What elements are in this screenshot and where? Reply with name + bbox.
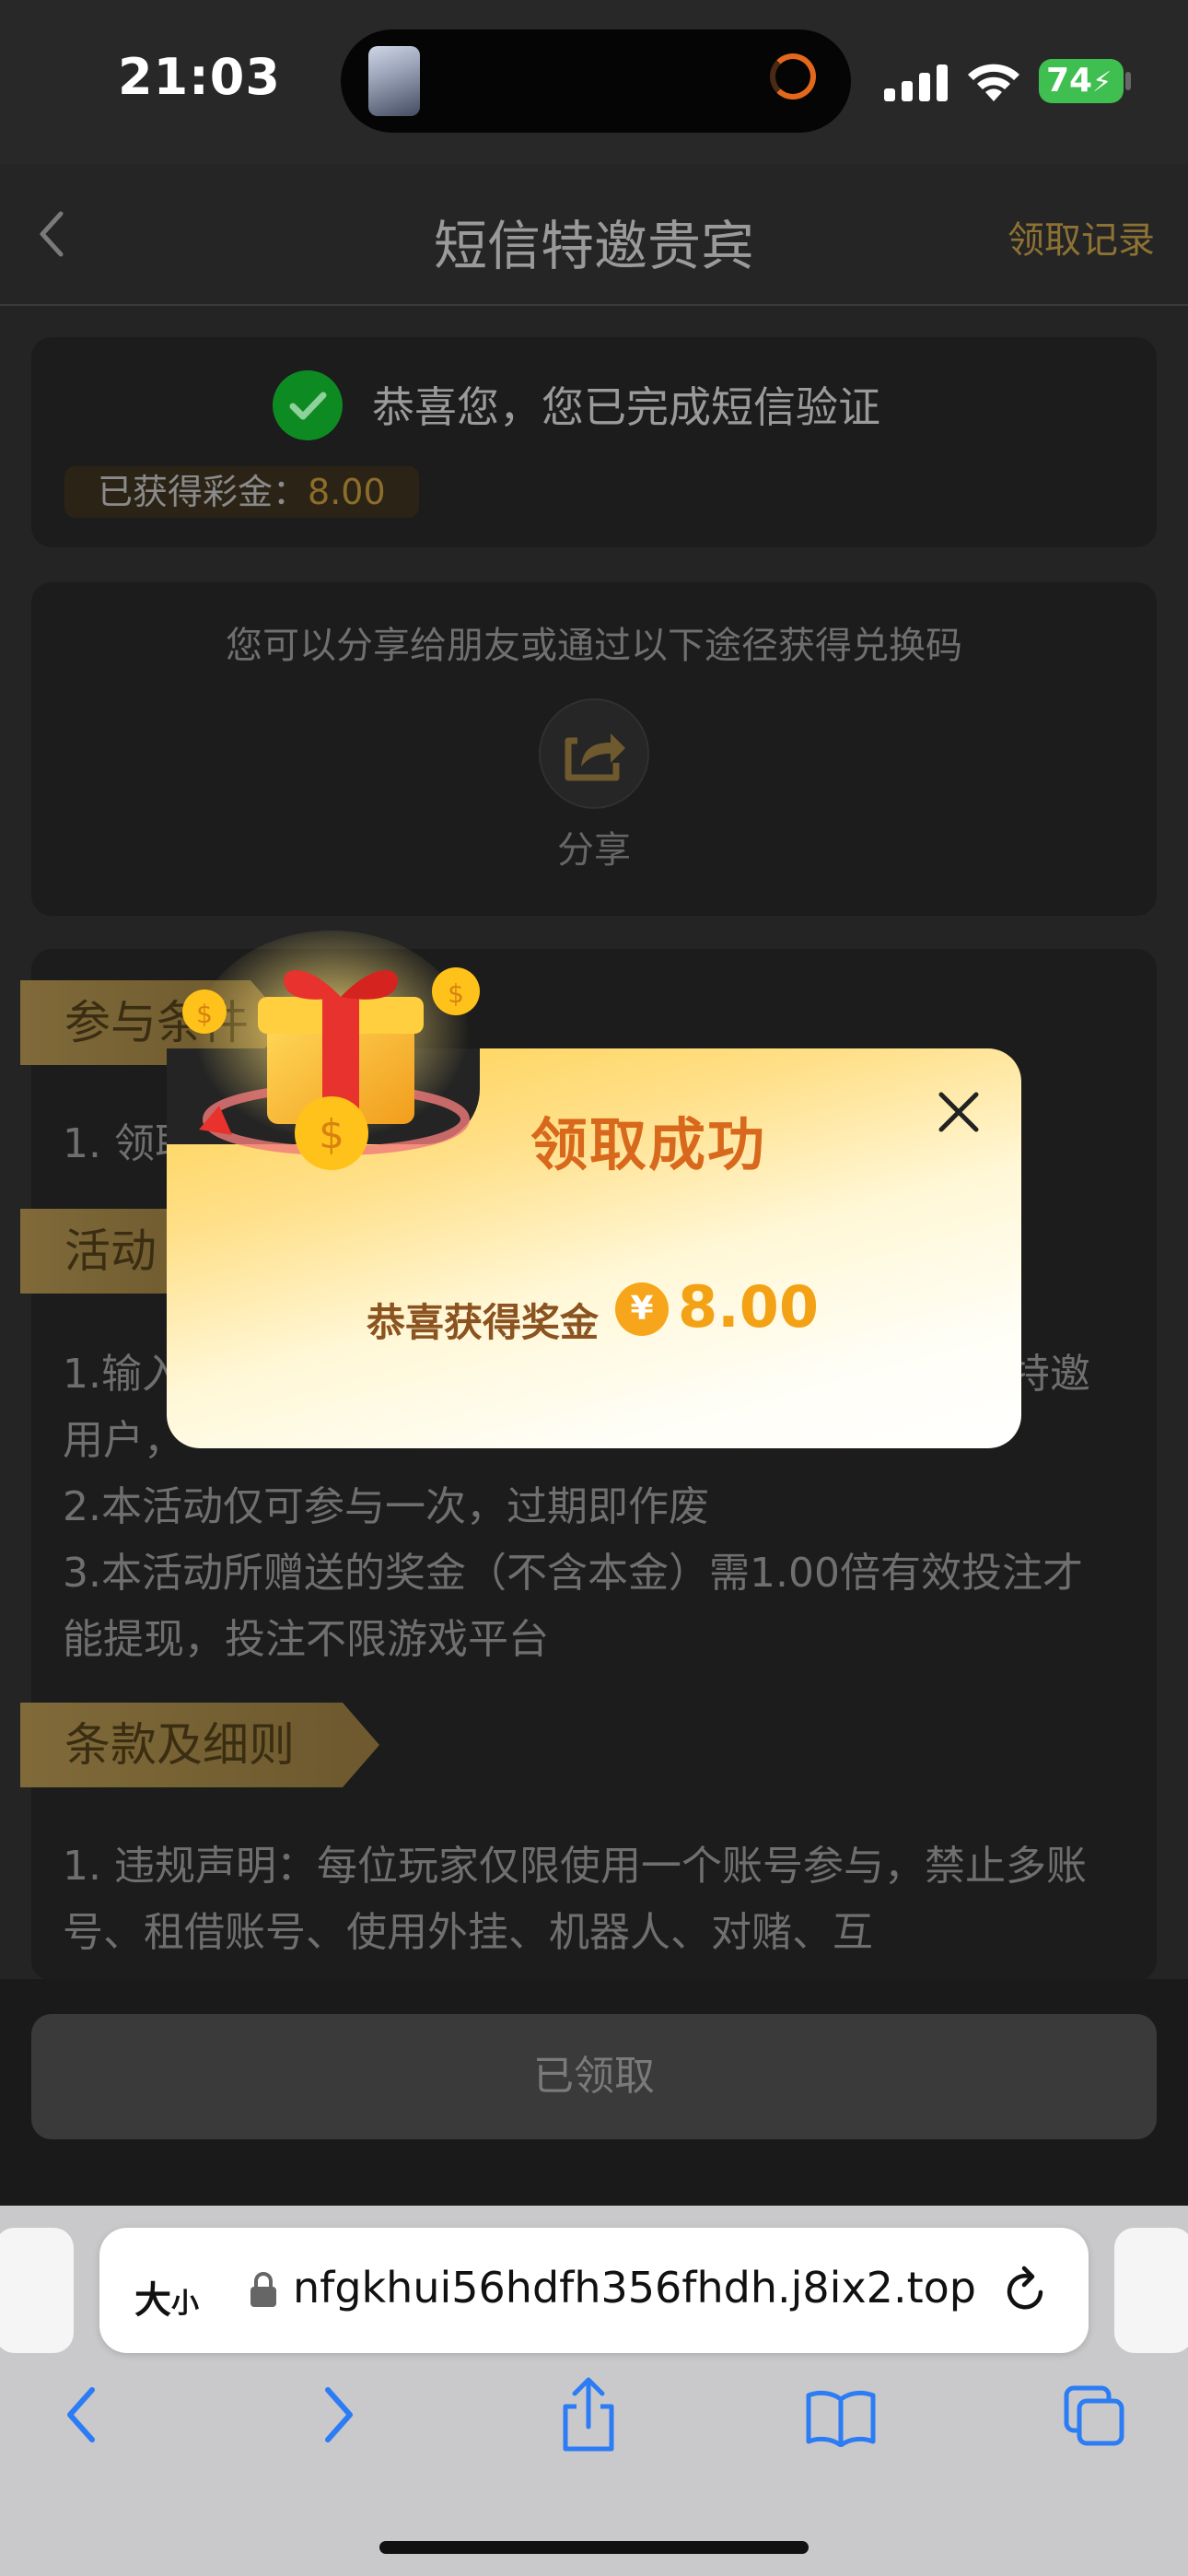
tabs-overview-icon[interactable] bbox=[1063, 2384, 1127, 2449]
browser-back-icon[interactable] bbox=[61, 2383, 101, 2447]
svg-text:$: $ bbox=[319, 1111, 344, 1158]
bookmarks-icon[interactable] bbox=[805, 2388, 877, 2447]
browser-share-icon[interactable] bbox=[558, 2375, 619, 2453]
close-icon[interactable] bbox=[936, 1089, 982, 1135]
activity-line-2: 2.本活动仅可参与一次，过期即作废 bbox=[63, 1483, 709, 1530]
yen-coin-icon: ¥ bbox=[615, 1282, 669, 1336]
dynamic-island[interactable] bbox=[341, 29, 851, 133]
svg-text:$: $ bbox=[196, 999, 213, 1029]
share-label: 分享 bbox=[557, 829, 631, 872]
popup-message: 恭喜获得奖金 bbox=[367, 1300, 600, 1345]
battery-level: 74 bbox=[1046, 62, 1093, 100]
share-panel: 您可以分享给朋友或通过以下途径获得兑换码 分享 bbox=[31, 582, 1157, 916]
svg-text:$: $ bbox=[448, 978, 464, 1009]
status-time: 21:03 bbox=[118, 48, 281, 106]
popup-title: 领取成功 bbox=[530, 1111, 767, 1178]
bonus-label: 已获得彩金： bbox=[98, 472, 309, 512]
media-thumbnail bbox=[368, 46, 420, 116]
share-button[interactable] bbox=[539, 698, 649, 809]
url-text[interactable]: nfgkhui56hdfh356fhdh.j8ix2.top bbox=[293, 2263, 976, 2313]
gift-box-icon: $ $ $ bbox=[182, 931, 480, 1170]
activity-line-1-end: 特邀 bbox=[1009, 1351, 1090, 1398]
address-bar[interactable]: 大小 nfgkhui56hdfh356fhdh.j8ix2.top bbox=[99, 2228, 1089, 2353]
previous-tab-preview[interactable] bbox=[0, 2228, 74, 2353]
battery-indicator: 74⚡ bbox=[1039, 59, 1124, 103]
lock-icon bbox=[250, 2272, 276, 2307]
success-check-icon bbox=[273, 370, 343, 440]
reward-amount: 8.00 bbox=[678, 1273, 819, 1341]
share-icon bbox=[565, 733, 625, 781]
bonus-badge: 已获得彩金：8.00 bbox=[64, 466, 419, 518]
bonus-value: 8.00 bbox=[308, 472, 386, 512]
activity-line-3: 3.本活动所赠送的奖金（不含本金）需1.00倍有效投注才能提现，投注不限游戏平台 bbox=[63, 1550, 1083, 1663]
page-size-button[interactable]: 大小 bbox=[134, 2270, 199, 2324]
share-hint: 您可以分享给朋友或通过以下途径获得兑换码 bbox=[226, 625, 962, 667]
activity-line-1: 1.输入 bbox=[63, 1351, 182, 1398]
claim-history-link[interactable]: 领取记录 bbox=[1007, 210, 1155, 263]
cellular-signal-icon bbox=[884, 64, 948, 101]
verification-message: 恭喜您，您已完成短信验证 bbox=[372, 382, 880, 432]
claimed-button[interactable]: 已领取 bbox=[31, 2014, 1157, 2139]
browser-forward-icon[interactable] bbox=[319, 2383, 359, 2447]
terms-line-1: 1. 违规声明：每位玩家仅限使用一个账号参与，禁止多账号、租借账号、使用外挂、机… bbox=[63, 1843, 1087, 1956]
wifi-icon bbox=[968, 64, 1019, 101]
battery-tip bbox=[1125, 72, 1131, 90]
reload-icon[interactable] bbox=[1002, 2265, 1050, 2316]
nav-bar: 短信特邀贵宾 领取记录 bbox=[0, 164, 1188, 306]
charging-bolt-icon: ⚡ bbox=[1092, 66, 1112, 99]
page-size-label: 大 bbox=[134, 2279, 171, 2322]
home-indicator[interactable] bbox=[379, 2541, 809, 2554]
activity-ring-icon bbox=[770, 53, 816, 100]
next-tab-preview[interactable] bbox=[1114, 2228, 1188, 2353]
verification-panel: 恭喜您，您已完成短信验证 已获得彩金：8.00 bbox=[31, 337, 1157, 547]
page-size-label-small: 小 bbox=[171, 2288, 199, 2320]
status-bar: 21:03 74⚡ bbox=[0, 0, 1188, 164]
section-ribbon-terms: 条款及细则 bbox=[20, 1703, 379, 1787]
